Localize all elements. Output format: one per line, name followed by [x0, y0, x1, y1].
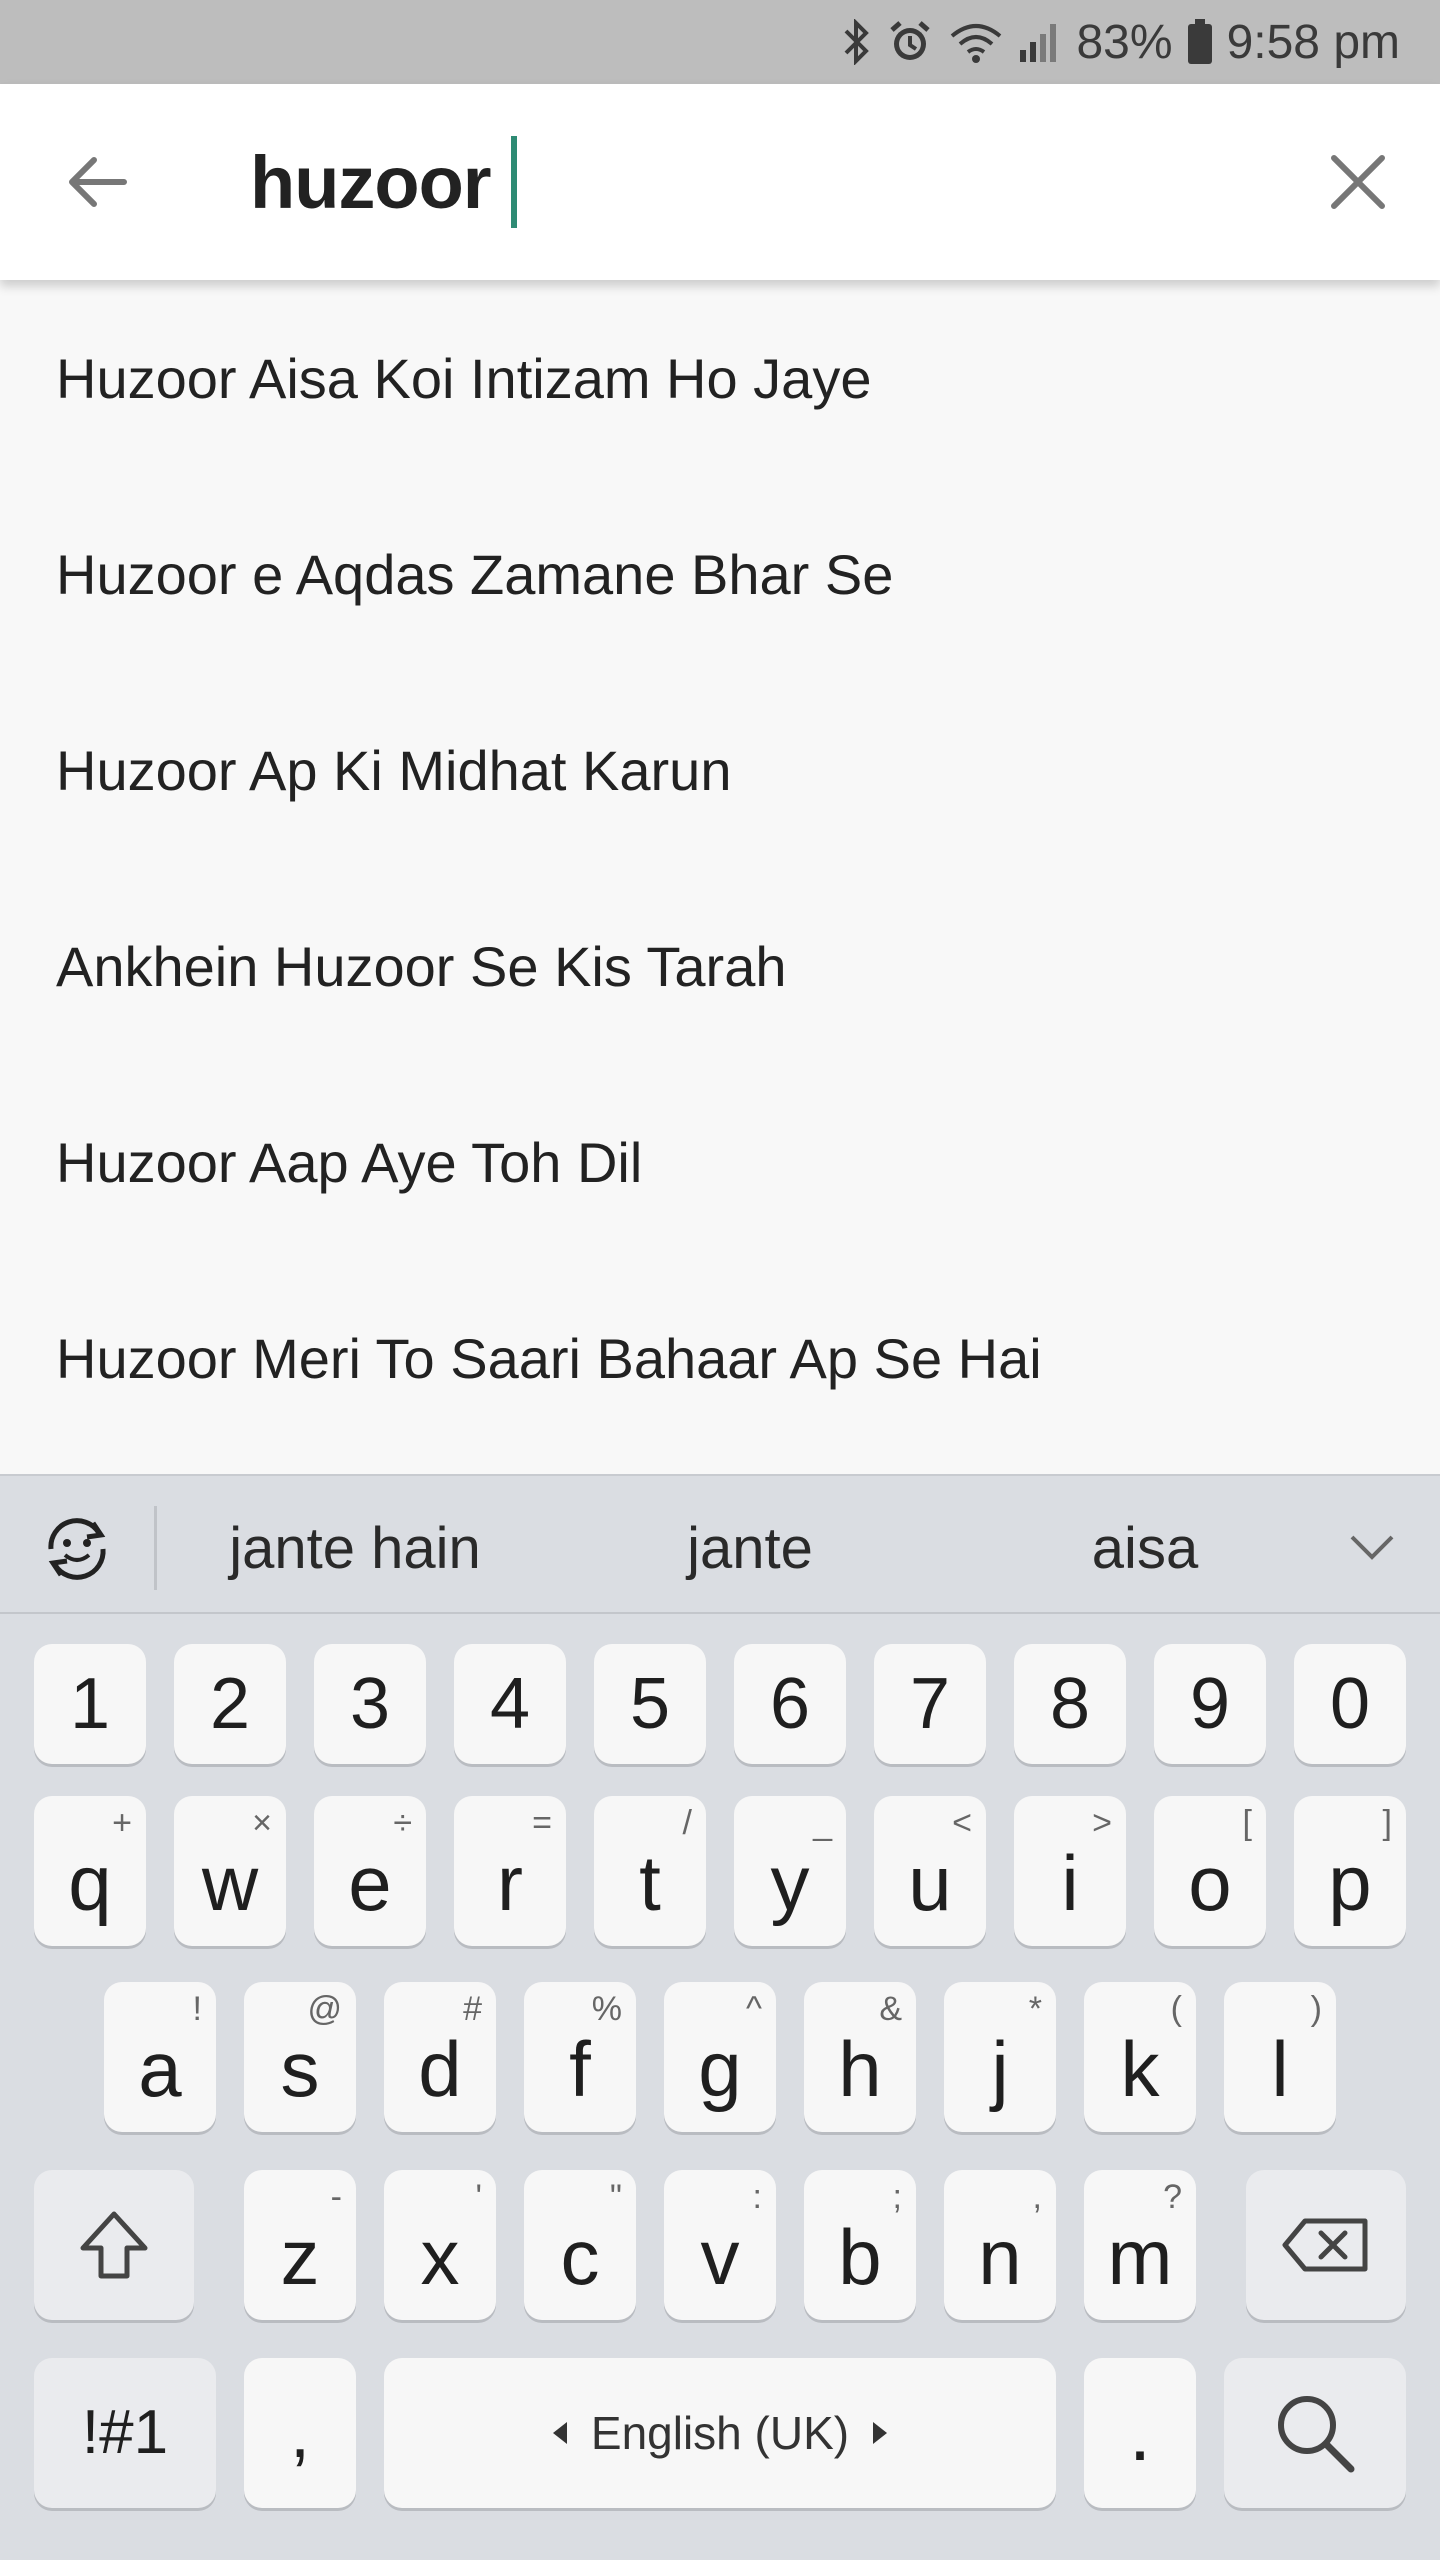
status-time: 9:58 pm [1226, 15, 1400, 69]
key-o[interactable]: [o [1154, 1796, 1266, 1946]
caret-right-icon [873, 2422, 888, 2444]
arrow-left-icon [69, 157, 127, 207]
bluetooth-icon [842, 19, 872, 65]
prediction-item[interactable]: aisa [1000, 1500, 1290, 1596]
suggestion-item[interactable]: Huzoor Meri To Saari Bahaar Ap Se Hai [0, 1260, 1440, 1456]
key-r[interactable]: = r [454, 1796, 566, 1946]
key-2[interactable]: 2 [174, 1644, 286, 1764]
key-m[interactable]: ? m [1084, 2170, 1196, 2320]
key-l[interactable]: ) l [1224, 1982, 1336, 2132]
key-p[interactable]: ] p [1294, 1796, 1406, 1946]
key-f[interactable]: % f [524, 1982, 636, 2132]
suggestion-item[interactable]: Huzoor Ap Ki Midhat Karun [0, 672, 1440, 868]
symbols-key[interactable]: !#1 [34, 2358, 216, 2508]
key-6[interactable]: 6 [734, 1644, 846, 1764]
key-q[interactable]: + q [34, 1796, 146, 1946]
prediction-item[interactable]: jante hain [190, 1500, 520, 1596]
key-9[interactable]: 9 [1154, 1644, 1266, 1764]
suggestion-item[interactable]: Huzoor Aisa Koi Intizam Ho Jaye [0, 280, 1440, 476]
alarm-icon [886, 18, 934, 66]
key-5[interactable]: 5 [594, 1644, 706, 1764]
key-v[interactable]: :v [664, 2170, 776, 2320]
key-s[interactable]: @ s [244, 1982, 356, 2132]
status-bar: 83% 9:58 pm [0, 0, 1440, 84]
emoji-button[interactable] [34, 1506, 120, 1592]
space-key[interactable]: English (UK) [384, 2358, 1056, 2508]
chevron-down-icon [1350, 1535, 1394, 1560]
suggestion-item[interactable]: Huzoor e Aqdas Zamane Bhar Se [0, 476, 1440, 672]
search-key[interactable] [1224, 2358, 1406, 2508]
backspace-key[interactable] [1246, 2170, 1406, 2320]
toolbar-divider [154, 1506, 157, 1590]
close-icon [1331, 155, 1385, 209]
key-4[interactable]: 4 [454, 1644, 566, 1764]
back-button[interactable] [56, 142, 136, 222]
keyboard-toolbar: jante hain jante aisa [0, 1474, 1440, 1614]
suggestion-item[interactable]: Huzoor Aap Aye Toh Dil [0, 1064, 1440, 1260]
text-caret [510, 136, 517, 228]
collapse-predictions-button[interactable] [1340, 1516, 1404, 1580]
battery-percent: 83% [1076, 15, 1173, 69]
key-e[interactable]: ÷ e [314, 1796, 426, 1946]
shift-icon [80, 2211, 148, 2279]
key-w[interactable]: × w [174, 1796, 286, 1946]
key-i[interactable]: > i [1014, 1796, 1126, 1946]
key-y[interactable]: _ y [734, 1796, 846, 1946]
key-j[interactable]: * j [944, 1982, 1056, 2132]
key-k[interactable]: (k [1084, 1982, 1196, 2132]
keyboard: jante hain jante aisa 1 2 3 4 5 6 7 8 9 … [0, 1474, 1440, 2560]
period-key[interactable]: . [1084, 2358, 1196, 2508]
key-c[interactable]: " c [524, 2170, 636, 2320]
key-h[interactable]: & h [804, 1982, 916, 2132]
key-z[interactable]: -z [244, 2170, 356, 2320]
suggestion-list: Huzoor Aisa Koi Intizam Ho Jaye Huzoor e… [0, 280, 1440, 1474]
search-icon [1278, 2396, 1355, 2473]
key-g[interactable]: ^ g [664, 1982, 776, 2132]
key-d[interactable]: # d [384, 1982, 496, 2132]
suggestion-item[interactable]: Ankhein Huzoor Se Kis Tarah [0, 868, 1440, 1064]
key-8[interactable]: 8 [1014, 1644, 1126, 1764]
key-0[interactable]: 0 [1294, 1644, 1406, 1764]
emoji-refresh-icon [48, 1518, 106, 1580]
key-a[interactable]: ! a [104, 1982, 216, 2132]
clear-button[interactable] [1316, 140, 1400, 224]
key-3[interactable]: 3 [314, 1644, 426, 1764]
signal-icon [1018, 20, 1062, 64]
key-1[interactable]: 1 [34, 1644, 146, 1764]
shift-key[interactable] [34, 2170, 194, 2320]
key-n[interactable]: ,n [944, 2170, 1056, 2320]
key-7[interactable]: 7 [874, 1644, 986, 1764]
key-t[interactable]: / t [594, 1796, 706, 1946]
comma-key[interactable]: , [244, 2358, 356, 2508]
search-input[interactable]: huzoor [250, 124, 1250, 240]
keyboard-language: English (UK) [590, 2407, 850, 2459]
prediction-item[interactable]: jante [600, 1500, 900, 1596]
backspace-icon [1282, 2218, 1368, 2272]
key-b[interactable]: ; b [804, 2170, 916, 2320]
search-header: huzoor [0, 84, 1440, 280]
battery-icon [1187, 19, 1213, 65]
caret-left-icon [552, 2422, 567, 2444]
search-query: huzoor [250, 140, 492, 224]
key-u[interactable]: < u [874, 1796, 986, 1946]
wifi-icon [948, 20, 1004, 64]
key-x[interactable]: ' x [384, 2170, 496, 2320]
